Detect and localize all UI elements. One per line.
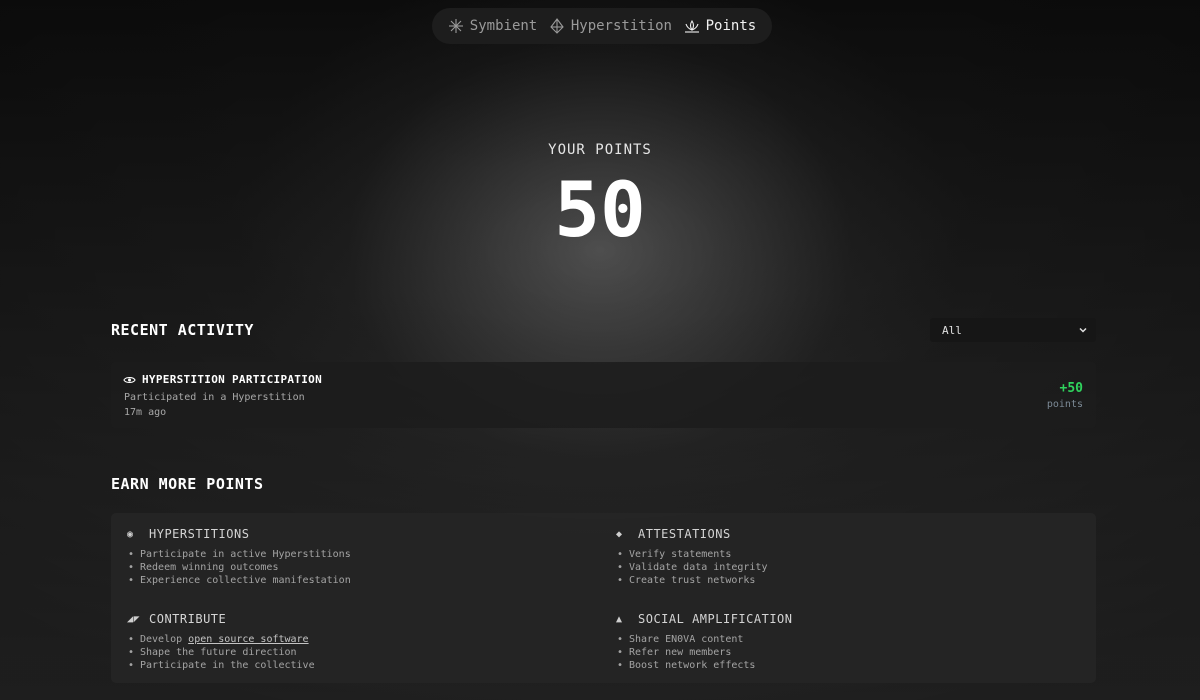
earn-group-title: ◆ ATTESTATIONS <box>616 527 767 541</box>
list-item: Shape the future direction <box>127 646 315 659</box>
top-nav: Symbient Hyperstition Points <box>432 8 772 44</box>
nav-label: Points <box>705 18 757 34</box>
list-item: Redeem winning outcomes <box>127 561 351 574</box>
earn-group-title: ▲ SOCIAL AMPLIFICATION <box>616 612 793 626</box>
earn-group-list: Participate in active Hyperstitions Rede… <box>127 548 351 587</box>
list-item: Participate in the collective <box>127 659 315 672</box>
activity-title: HYPERSTITION PARTICIPATION <box>142 373 322 386</box>
list-item: Develop open source software <box>127 633 315 646</box>
activity-description: Participated in a Hyperstition <box>124 392 305 403</box>
list-item: Experience collective manifestation <box>127 574 351 587</box>
filter-selected-value: All <box>942 323 962 337</box>
chevron-down-icon <box>1079 327 1087 333</box>
nav-item-hyperstition[interactable]: Hyperstition <box>549 18 672 34</box>
points-label: YOUR POINTS <box>548 142 652 158</box>
nav-item-points[interactable]: Points <box>684 18 757 34</box>
list-item-prefix: Develop <box>140 634 189 645</box>
earn-group-social-amplification: ▲ SOCIAL AMPLIFICATION Share EN0VA conte… <box>616 612 793 672</box>
list-item: Validate data integrity <box>616 561 767 574</box>
activity-title-row: HYPERSTITION PARTICIPATION <box>123 373 322 386</box>
activity-time: 17m ago <box>124 407 167 418</box>
earn-group-list: Develop open source software Shape the f… <box>127 633 315 672</box>
list-item: Verify statements <box>616 548 767 561</box>
recent-activity-title: RECENT ACTIVITY <box>111 321 254 339</box>
earn-group-title: ◉ HYPERSTITIONS <box>127 527 351 541</box>
earn-group-contribute: ◢◤ CONTRIBUTE Develop open source softwa… <box>127 612 315 672</box>
earn-group-label: HYPERSTITIONS <box>149 527 250 541</box>
list-item: Create trust networks <box>616 574 767 587</box>
earn-group-hyperstitions: ◉ HYPERSTITIONS Participate in active Hy… <box>127 527 351 587</box>
earn-group-attestations: ◆ ATTESTATIONS Verify statements Validat… <box>616 527 767 587</box>
sparkle-icon <box>448 19 463 33</box>
activity-item: HYPERSTITION PARTICIPATION Participated … <box>111 362 1096 428</box>
points-value: 50 <box>554 165 646 254</box>
contribute-icon: ◢◤ <box>127 613 141 625</box>
earn-more-title: EARN MORE POINTS <box>111 475 264 493</box>
nav-item-symbient[interactable]: Symbient <box>448 18 537 34</box>
triangle-icon: ▲ <box>616 613 623 625</box>
earn-group-label: CONTRIBUTE <box>149 612 227 626</box>
nav-label: Symbient <box>469 18 538 34</box>
nav-label: Hyperstition <box>570 18 672 34</box>
earn-group-title: ◢◤ CONTRIBUTE <box>127 612 315 626</box>
earn-group-label: SOCIAL AMPLIFICATION <box>638 612 793 626</box>
earn-group-label: ATTESTATIONS <box>638 527 731 541</box>
target-icon: ◉ <box>127 528 134 540</box>
activity-points-amount: +50 <box>1059 381 1083 396</box>
points-page: Symbient Hyperstition Points YOUR POINTS… <box>0 0 1200 700</box>
list-item: Boost network effects <box>616 659 793 672</box>
list-item: Refer new members <box>616 646 793 659</box>
diamond-icon <box>550 18 564 34</box>
eye-icon <box>123 376 136 383</box>
activity-filter-select[interactable]: All <box>930 318 1096 342</box>
earn-more-card: ◉ HYPERSTITIONS Participate in active Hy… <box>111 513 1096 683</box>
diamond-icon: ◆ <box>616 528 623 540</box>
earn-group-list: Verify statements Validate data integrit… <box>616 548 767 587</box>
list-item: Participate in active Hyperstitions <box>127 548 351 561</box>
list-item: Share EN0VA content <box>616 633 793 646</box>
activity-points-unit: points <box>1046 399 1083 410</box>
open-source-link[interactable]: open source software <box>188 634 308 645</box>
lotus-icon <box>684 20 699 33</box>
earn-group-list: Share EN0VA content Refer new members Bo… <box>616 633 793 672</box>
